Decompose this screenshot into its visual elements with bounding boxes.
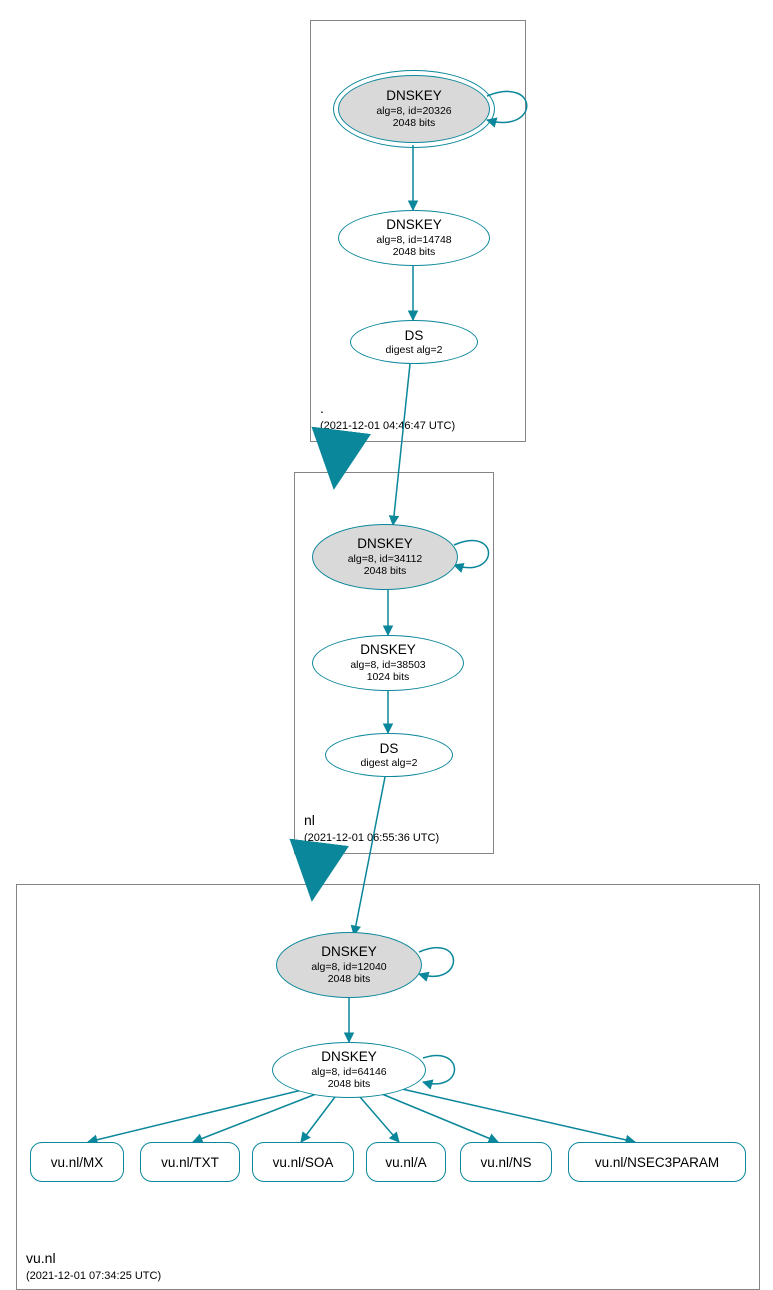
node-title: DS [380, 741, 399, 757]
node-bits: 2048 bits [393, 246, 436, 259]
node-digest: digest alg=2 [361, 757, 418, 770]
node-title: DNSKEY [357, 536, 413, 552]
node-alg: alg=8, id=38503 [350, 659, 425, 672]
node-bits: 2048 bits [393, 117, 436, 130]
rr-nsec: vu.nl/NSEC3PARAM [568, 1142, 746, 1182]
root-ksk-node: DNSKEY alg=8, id=20326 2048 bits [338, 75, 490, 143]
node-title: DNSKEY [321, 1049, 377, 1065]
nl-zsk-node: DNSKEY alg=8, id=38503 1024 bits [312, 635, 464, 691]
node-bits: 1024 bits [367, 671, 410, 684]
node-alg: alg=8, id=64146 [311, 1066, 386, 1079]
root-zsk-node: DNSKEY alg=8, id=14748 2048 bits [338, 210, 490, 266]
node-title: DNSKEY [321, 944, 377, 960]
node-alg: alg=8, id=34112 [348, 553, 423, 566]
rr-ns: vu.nl/NS [460, 1142, 552, 1182]
zone-nl-label: nl [304, 812, 315, 828]
vunl-ksk-node: DNSKEY alg=8, id=12040 2048 bits [276, 932, 422, 998]
node-digest: digest alg=2 [386, 344, 443, 357]
rr-a: vu.nl/A [366, 1142, 446, 1182]
zone-vunl-label: vu.nl [26, 1250, 56, 1266]
zone-root-timestamp: (2021-12-01 04:46:47 UTC) [320, 420, 455, 432]
node-alg: alg=8, id=12040 [311, 961, 386, 974]
nl-ds-node: DS digest alg=2 [325, 733, 453, 777]
node-bits: 2048 bits [328, 1078, 371, 1091]
zone-nl-timestamp: (2021-12-01 06:55:36 UTC) [304, 832, 439, 844]
node-alg: alg=8, id=20326 [376, 105, 451, 118]
vunl-zsk-node: DNSKEY alg=8, id=64146 2048 bits [272, 1042, 426, 1098]
node-title: DNSKEY [386, 217, 442, 233]
node-alg: alg=8, id=14748 [376, 234, 451, 247]
zone-vunl-timestamp: (2021-12-01 07:34:25 UTC) [26, 1270, 161, 1282]
zone-root-label: . [320, 400, 324, 416]
node-title: DNSKEY [386, 88, 442, 104]
node-bits: 2048 bits [328, 973, 371, 986]
node-bits: 2048 bits [364, 565, 407, 578]
node-title: DNSKEY [360, 642, 416, 658]
rr-soa: vu.nl/SOA [252, 1142, 354, 1182]
rr-txt: vu.nl/TXT [140, 1142, 240, 1182]
root-ds-node: DS digest alg=2 [350, 320, 478, 364]
nl-ksk-node: DNSKEY alg=8, id=34112 2048 bits [312, 524, 458, 590]
node-title: DS [405, 328, 424, 344]
rr-mx: vu.nl/MX [30, 1142, 124, 1182]
